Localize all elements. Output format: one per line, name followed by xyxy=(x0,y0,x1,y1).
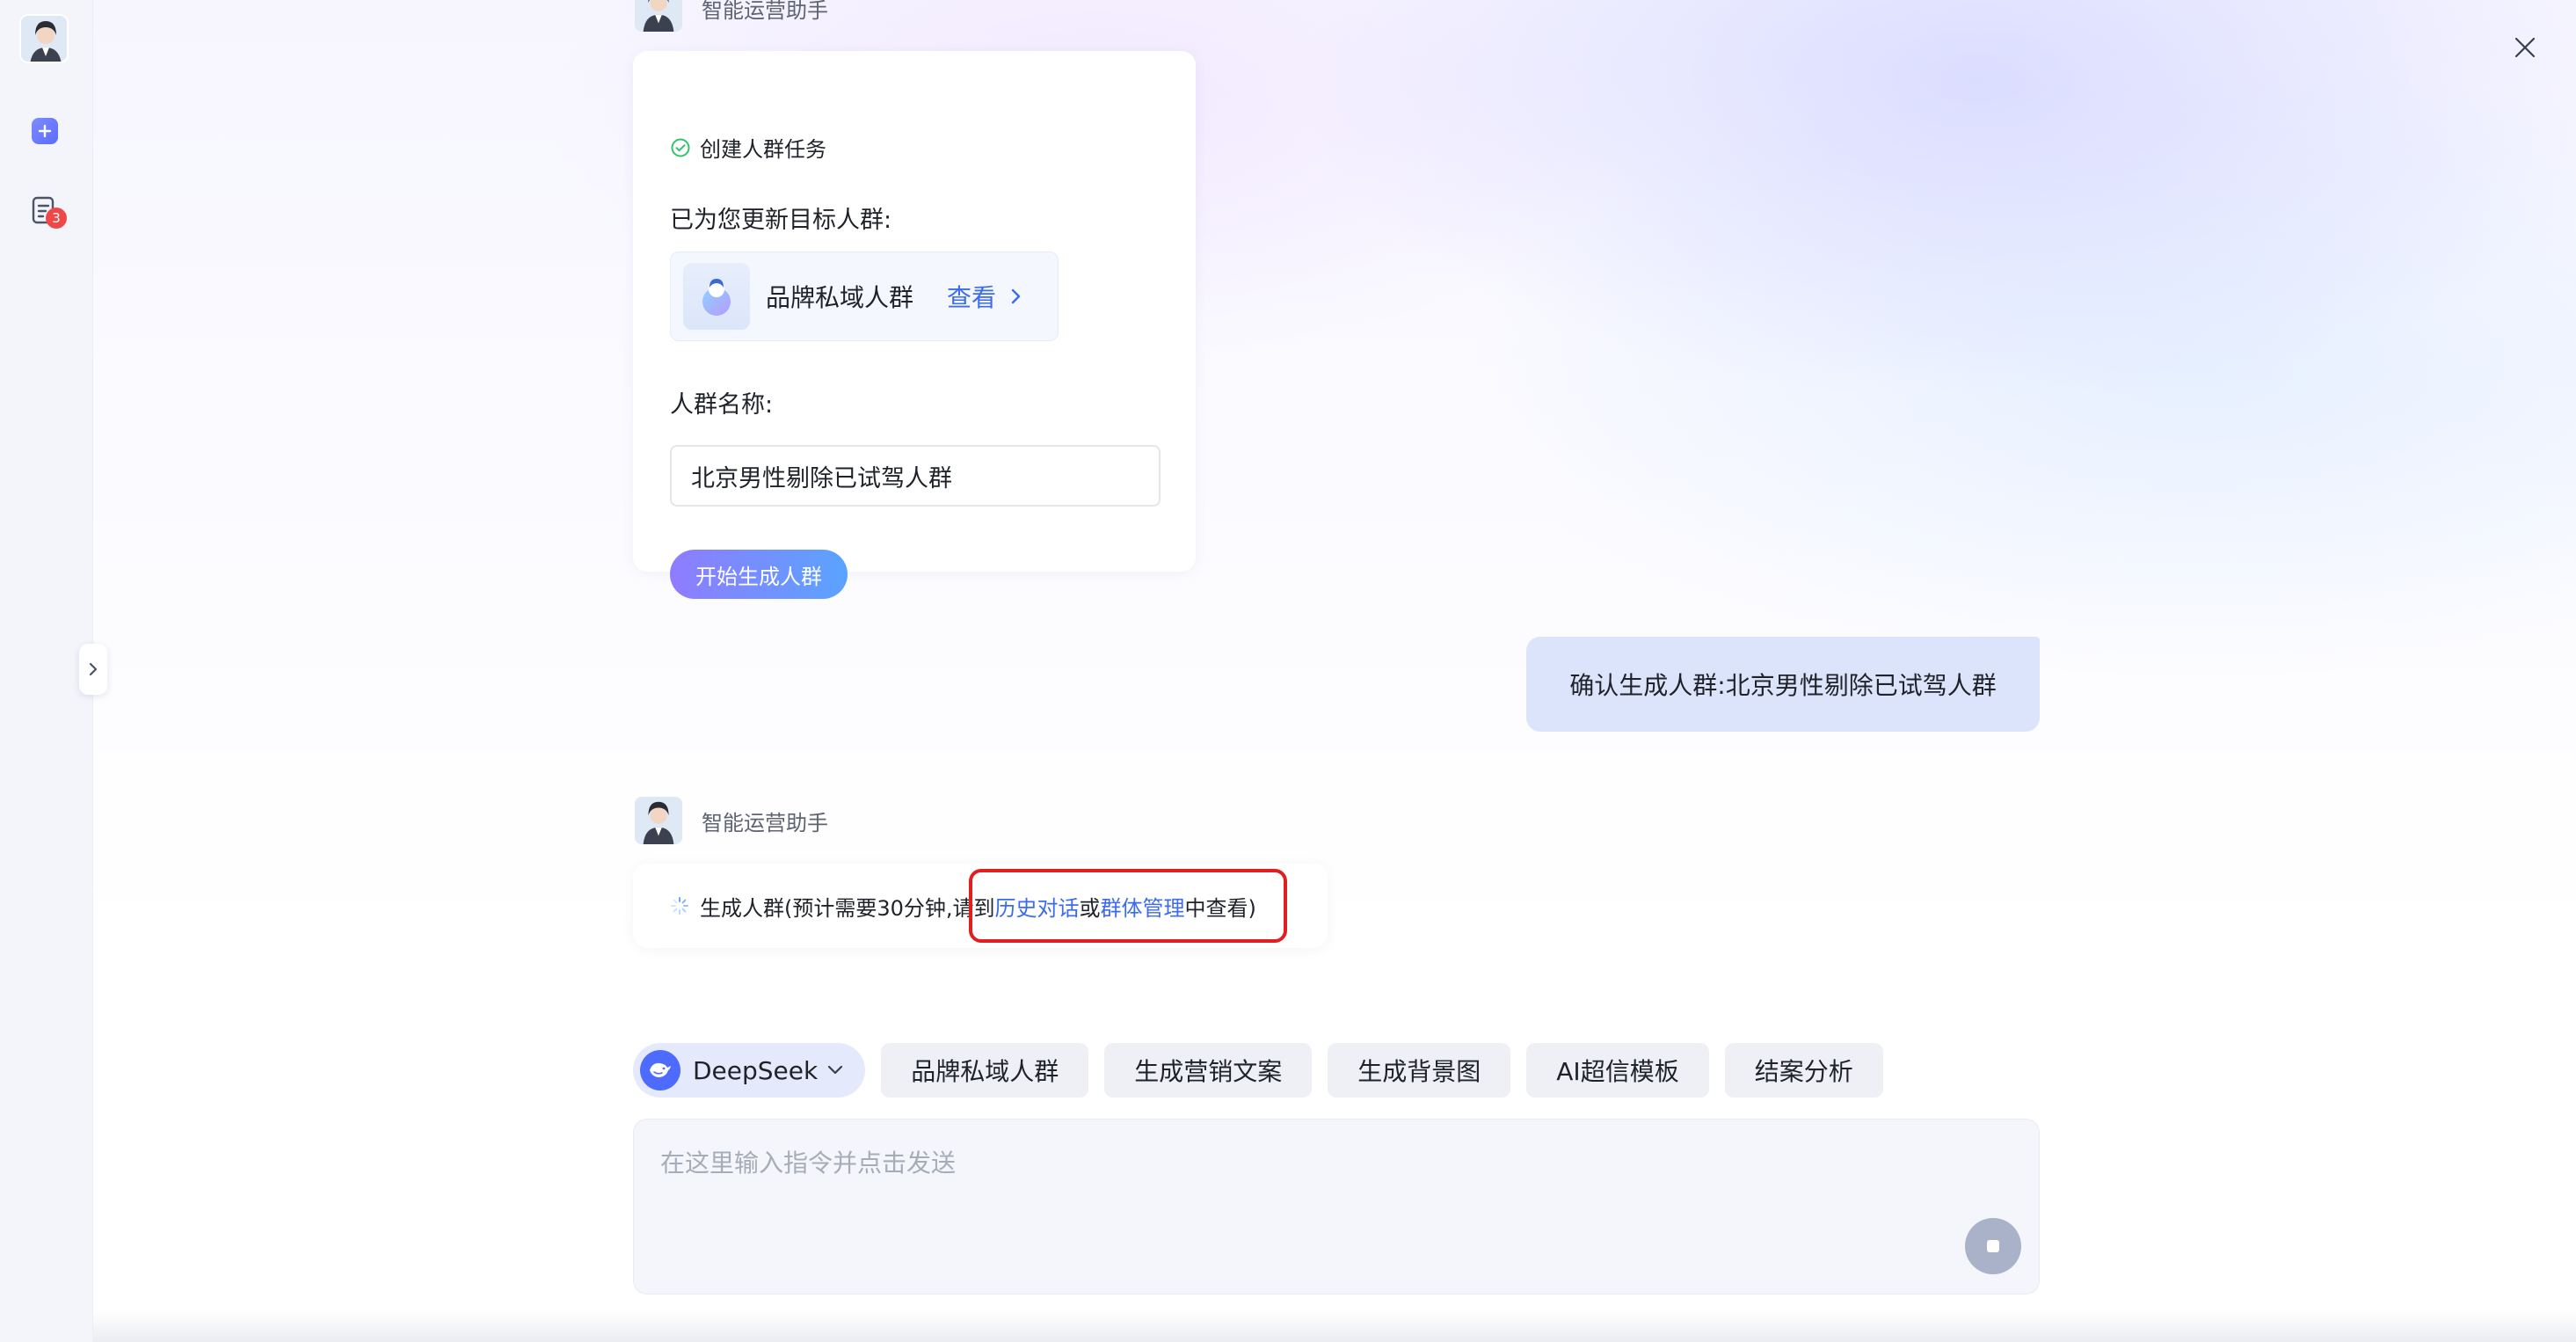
user-message-bubble: 确认生成人群:北京男性剔除已试驾人群 xyxy=(1526,637,2040,732)
generating-status-card: 生成人群(预计需要30分钟, 请到 历史对话或群体管理 中查看) xyxy=(633,864,1328,948)
crowd-icon xyxy=(683,263,750,330)
chip-case-analysis[interactable]: 结案分析 xyxy=(1724,1043,1883,1098)
chevron-down-icon xyxy=(828,1065,843,1075)
updated-crowd-label: 已为您更新目标人群: xyxy=(670,207,892,234)
message-input[interactable] xyxy=(660,1144,1891,1197)
status-or: 或 xyxy=(1079,895,1101,921)
history-link[interactable]: 历史对话 xyxy=(995,891,1080,922)
check-circle-icon xyxy=(671,138,690,157)
status-prefix: 生成人群(预计需要30分钟, xyxy=(700,895,953,921)
status-goto: 请到 xyxy=(952,895,995,921)
chip-generate-background-image[interactable]: 生成背景图 xyxy=(1328,1043,1511,1098)
group-management-link[interactable]: 群体管理 xyxy=(1101,891,1185,922)
start-generate-button[interactable]: 开始生成人群 xyxy=(670,550,848,599)
chip-generate-marketing-copy[interactable]: 生成营销文案 xyxy=(1104,1043,1313,1098)
view-crowd-link[interactable]: 查看 xyxy=(947,279,1026,314)
loading-spinner-icon xyxy=(671,897,688,915)
stop-generation-button[interactable] xyxy=(1965,1218,2021,1274)
crowd-name-label: 人群名称: xyxy=(670,391,774,419)
task-title: 创建人群任务 xyxy=(700,137,826,162)
crowd-name: 品牌私域人群 xyxy=(766,283,914,312)
crowd-name-input[interactable] xyxy=(670,445,1161,507)
bot-name: 智能运营助手 xyxy=(702,0,828,23)
create-crowd-card: 创建人群任务 已为您更新目标人群: 品牌私域人群 查看 人群名称: 开 xyxy=(633,51,1196,599)
chevron-right-icon xyxy=(1011,288,1021,304)
plus-icon xyxy=(38,124,52,138)
bottom-shadow xyxy=(93,1310,2576,1342)
new-chat-button[interactable] xyxy=(32,118,58,144)
bot-message-header: 智能运营助手 xyxy=(635,0,828,32)
crowd-tile[interactable]: 品牌私域人群 查看 xyxy=(670,252,1059,341)
close-icon xyxy=(2514,37,2536,58)
model-name: DeepSeek xyxy=(693,1055,819,1085)
view-label: 查看 xyxy=(947,283,997,312)
message-composer xyxy=(633,1119,2040,1295)
bot-message-header: 智能运营助手 xyxy=(635,797,828,844)
status-suffix: 中查看) xyxy=(1184,895,1256,921)
bot-avatar xyxy=(635,0,682,32)
chip-brand-private-crowd[interactable]: 品牌私域人群 xyxy=(881,1043,1089,1098)
model-selector[interactable]: DeepSeek xyxy=(633,1043,866,1098)
task-status-row: 创建人群任务 xyxy=(670,132,826,163)
deepseek-logo-icon xyxy=(640,1050,680,1090)
task-count-badge: 3 xyxy=(46,208,67,229)
chip-ai-rich-message-template[interactable]: AI超信模板 xyxy=(1526,1043,1709,1098)
close-button[interactable] xyxy=(2509,32,2541,63)
bot-avatar xyxy=(635,797,682,844)
avatar[interactable] xyxy=(19,14,69,63)
expand-sidebar-button[interactable] xyxy=(79,644,107,695)
chevron-right-icon xyxy=(89,662,98,676)
stop-icon xyxy=(1987,1240,1999,1252)
quick-actions-bar: DeepSeek 品牌私域人群 生成营销文案 生成背景图 AI超信模板 结案分析 xyxy=(633,1043,1899,1098)
bot-name: 智能运营助手 xyxy=(702,810,828,835)
